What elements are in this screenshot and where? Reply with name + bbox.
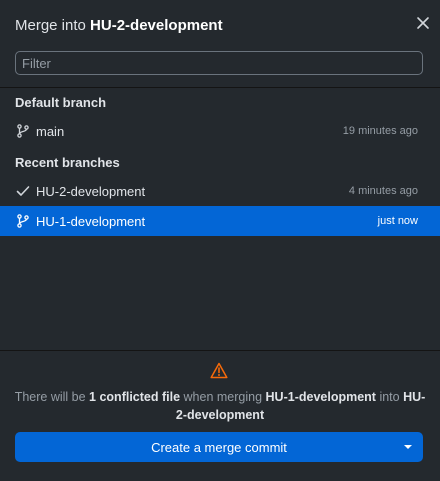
close-icon[interactable] xyxy=(416,16,430,30)
check-icon xyxy=(16,186,30,196)
git-branch-icon xyxy=(17,214,29,228)
branch-time: 19 minutes ago xyxy=(342,125,418,137)
dialog-header: Merge into HU-2-development xyxy=(0,0,440,50)
source-branch: HU-1-development xyxy=(265,390,376,404)
branch-name: HU-2-development xyxy=(36,183,146,199)
branch-name: main xyxy=(36,123,65,139)
branch-item-main[interactable]: main 19 minutes ago xyxy=(0,116,440,146)
recent-branches-header: Recent branches xyxy=(15,155,120,170)
branch-item-hu-2-development[interactable]: HU-2-development 4 minutes ago xyxy=(0,176,440,206)
branch-time: 4 minutes ago xyxy=(348,185,418,197)
title-branch: HU-2-development xyxy=(90,17,223,34)
footer-divider xyxy=(0,350,440,351)
git-branch-icon xyxy=(17,124,29,138)
warning-icon xyxy=(210,362,228,379)
branch-name: HU-1-development xyxy=(36,213,146,229)
title-prefix: Merge into xyxy=(15,17,86,34)
default-branch-header: Default branch xyxy=(15,95,107,110)
merge-dialog: Merge into HU-2-development Default bran… xyxy=(0,0,440,481)
chevron-down-icon xyxy=(404,445,412,449)
create-merge-commit-button[interactable]: Create a merge commit xyxy=(15,432,423,462)
merge-button-label: Create a merge commit xyxy=(151,439,287,455)
message-into: into xyxy=(379,390,400,404)
message-middle: when merging xyxy=(183,390,263,404)
branch-time: just now xyxy=(377,215,418,227)
branch-item-hu-1-development[interactable]: HU-1-development just now xyxy=(0,206,440,236)
message-prefix: There will be xyxy=(14,390,86,404)
conflict-count: 1 conflicted file xyxy=(89,390,181,404)
merge-conflict-message: There will be 1 conflicted file when mer… xyxy=(14,388,426,424)
divider xyxy=(0,87,440,88)
filter-input[interactable] xyxy=(16,52,422,74)
filter-box[interactable] xyxy=(15,51,423,75)
merge-options-dropdown[interactable] xyxy=(393,432,423,462)
dialog-title: Merge into HU-2-development xyxy=(15,17,223,34)
